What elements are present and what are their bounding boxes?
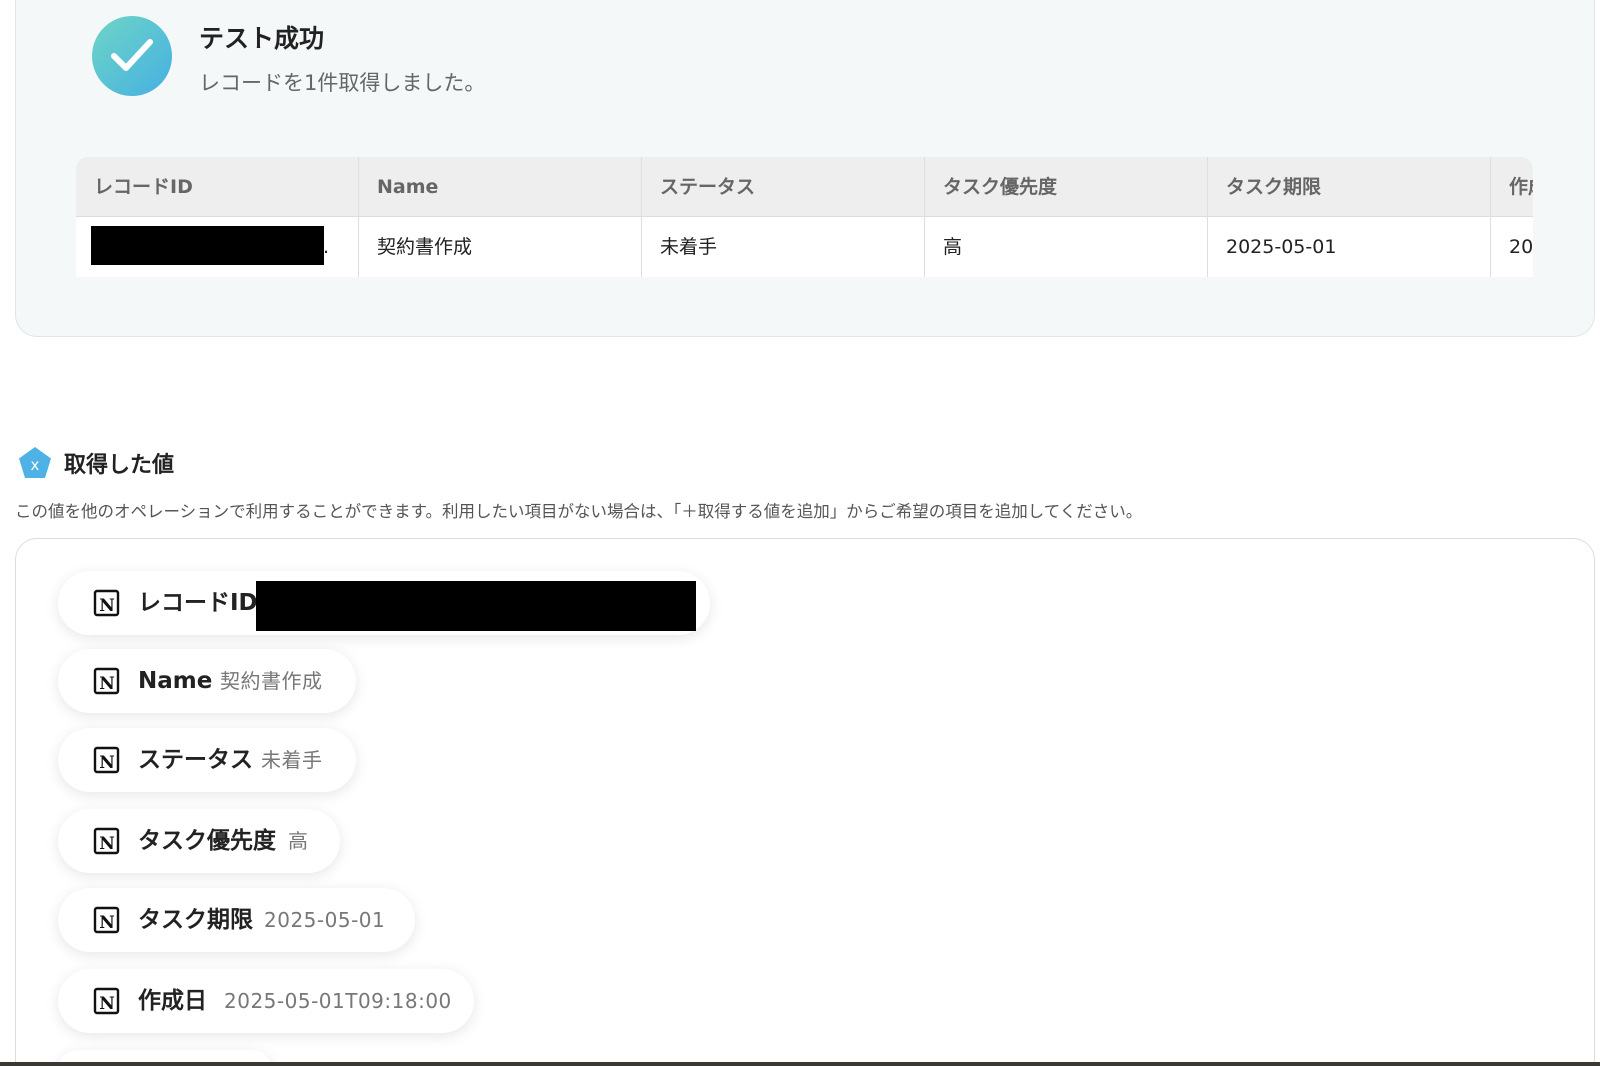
- value-pill-name[interactable]: N Name 契約書作成: [58, 649, 356, 713]
- table-cell: 2025-05-01T09:18:00: [1509, 236, 1533, 258]
- redaction-box: [91, 226, 324, 265]
- svg-text:x: x: [31, 456, 40, 474]
- notion-icon: N: [93, 827, 120, 855]
- section-title: 取得した値: [64, 453, 175, 478]
- table-header-cell: タスク優先度: [925, 157, 1208, 217]
- value-pill-status[interactable]: N ステータス 未着手: [58, 728, 356, 792]
- value-text: 2025-05-01T09:18:00: [224, 989, 452, 1013]
- variable-pentagon-icon: x: [18, 446, 52, 480]
- table-cell: 契約書作成: [359, 217, 642, 277]
- table-header-cell: ステータス: [642, 157, 925, 217]
- svg-text:N: N: [99, 913, 115, 933]
- value-label: Name: [138, 668, 213, 694]
- svg-text:N: N: [99, 674, 115, 694]
- value-label: 作成日: [138, 988, 207, 1014]
- value-label: タスク優先度: [138, 828, 276, 854]
- notion-icon: N: [93, 746, 120, 774]
- value-pill-deadline[interactable]: N タスク期限 2025-05-01: [58, 888, 415, 952]
- value-pill-created[interactable]: N 作成日 2025-05-01T09:18:00: [58, 969, 474, 1033]
- value-text: 契約書作成: [220, 669, 323, 693]
- value-pill-record-id[interactable]: N レコードID: [58, 571, 710, 635]
- value-label: レコードID: [138, 590, 258, 616]
- table-header-cell: 作成: [1509, 176, 1533, 198]
- window-bottom-edge: [0, 1062, 1600, 1066]
- svg-text:N: N: [99, 753, 115, 773]
- table-header-cell: レコードID: [76, 157, 359, 217]
- table-header-row: レコードID Name ステータス タスク優先度 タスク期限 作成: [76, 157, 1533, 217]
- section-description: この値を他のオペレーションで利用することができます。利用したい項目がない場合は、…: [15, 502, 1143, 521]
- value-label: ステータス: [138, 747, 253, 773]
- result-title: テスト成功: [199, 24, 325, 53]
- svg-text:N: N: [99, 834, 115, 854]
- value-text: 未着手: [261, 748, 323, 772]
- notion-icon: N: [93, 906, 120, 934]
- value-text: 2025-05-01: [264, 908, 386, 932]
- value-text: 高: [288, 829, 309, 853]
- table-header-cell: Name: [359, 157, 642, 217]
- redaction-box: [256, 581, 696, 631]
- record-table: レコードID Name ステータス タスク優先度 タスク期限 作成 . 契約書作…: [76, 157, 1533, 277]
- check-circle-icon: [92, 16, 172, 96]
- table-cell: 2025-05-01: [1208, 217, 1491, 277]
- notion-icon: N: [93, 987, 120, 1015]
- table-cell: 高: [925, 217, 1208, 277]
- result-subtitle: レコードを1件取得しました。: [199, 71, 486, 95]
- svg-text:N: N: [99, 994, 115, 1014]
- table-header-cell: タスク期限: [1208, 157, 1491, 217]
- value-label: タスク期限: [138, 907, 253, 933]
- table-cell: 未着手: [642, 217, 925, 277]
- svg-text:N: N: [99, 596, 115, 616]
- notion-icon: N: [93, 667, 120, 695]
- value-pill-priority[interactable]: N タスク優先度 高: [58, 809, 340, 873]
- notion-icon: N: [93, 589, 120, 617]
